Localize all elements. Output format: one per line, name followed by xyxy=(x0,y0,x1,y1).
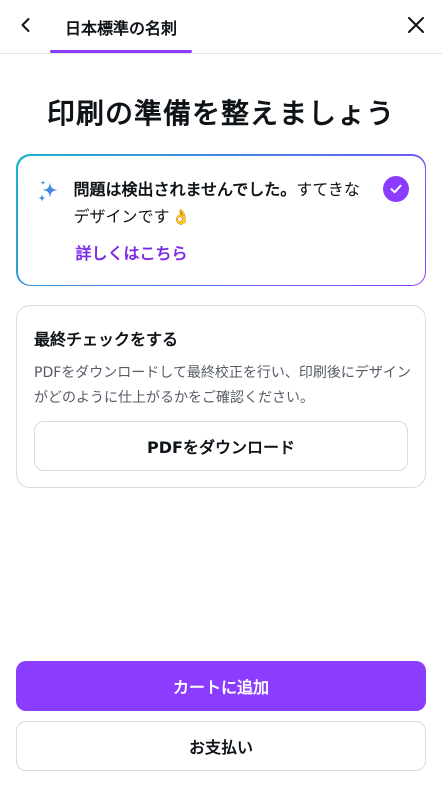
checkout-button[interactable]: お支払い xyxy=(16,721,426,771)
status-card: 問題は検出されませんでした。すてきなデザインです 👌 詳しくはこちら xyxy=(16,154,426,286)
tab-business-card[interactable]: 日本標準の名刺 xyxy=(50,0,192,54)
header: 日本標準の名刺 xyxy=(0,0,442,54)
close-button[interactable] xyxy=(400,9,432,41)
chevron-left-icon xyxy=(21,18,30,32)
sparkle-icon xyxy=(37,179,58,202)
status-message-bold: 問題は検出されませんでした。 xyxy=(73,179,297,199)
add-to-cart-button[interactable]: カートに追加 xyxy=(16,661,426,711)
final-check-title: 最終チェックをする xyxy=(34,330,179,349)
print-ready-panel: 日本標準の名刺 印刷の準備を整えましょう 問題は検出されませんでした。すてきなデ… xyxy=(0,0,442,785)
final-check-description: PDFをダウンロードして最終校正を行い、印刷後にデザインがどのように仕上がるかを… xyxy=(34,365,411,406)
final-check-card: 最終チェックをする PDFをダウンロードして最終校正を行い、印刷後にデザインがど… xyxy=(16,305,426,488)
check-circle-icon xyxy=(382,175,409,202)
status-message: 問題は検出されませんでした。すてきなデザインです 👌 xyxy=(74,176,374,231)
tab-active-indicator xyxy=(50,50,192,53)
close-icon xyxy=(408,17,424,33)
ok-hand-emoji: 👌 xyxy=(171,207,191,226)
page-title: 印刷の準備を整えましょう xyxy=(46,97,395,130)
download-pdf-button[interactable]: PDFをダウンロード xyxy=(34,421,408,471)
back-button[interactable] xyxy=(10,9,42,41)
learn-more-link[interactable]: 詳しくはこちら xyxy=(76,240,188,264)
